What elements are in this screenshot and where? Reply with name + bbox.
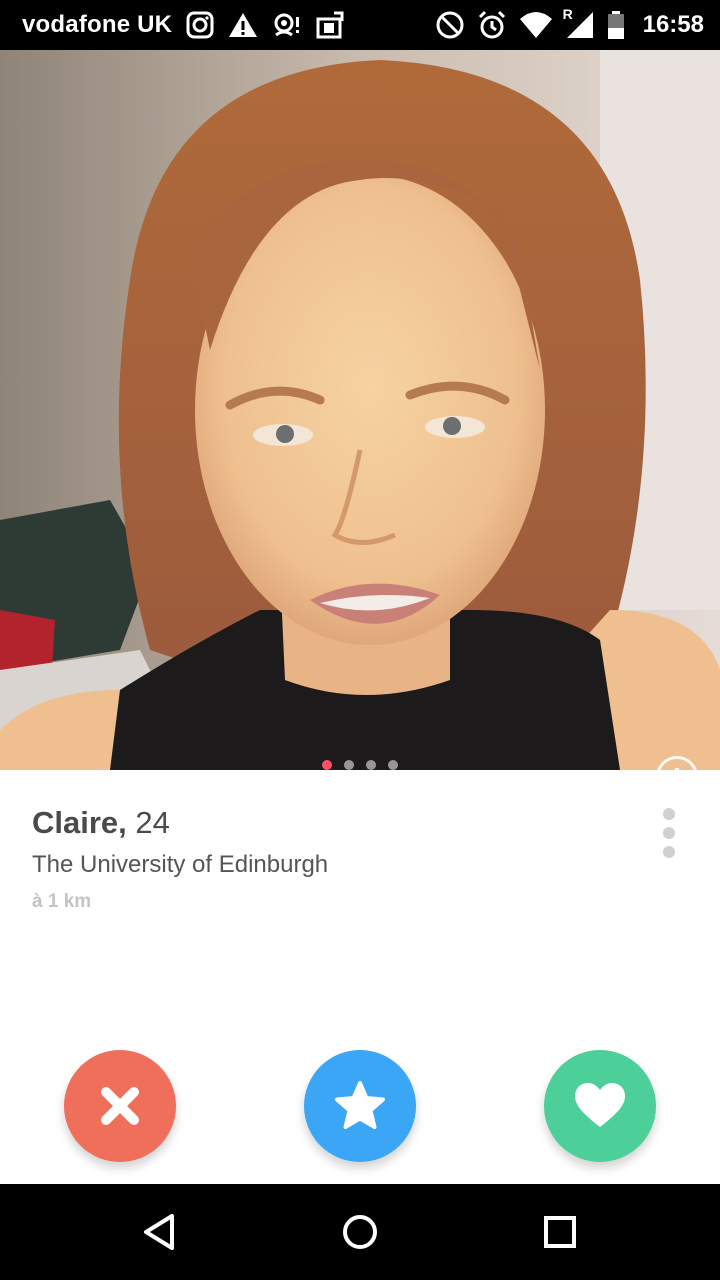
system-nav-bar [0,1184,720,1280]
instagram-icon [186,11,214,39]
exclamation-icon [675,768,679,770]
roaming-badge: R [562,6,573,22]
profile-photo-image [0,50,720,770]
profile-name: Claire, [32,805,127,840]
battery-icon [607,10,625,40]
back-icon [144,1214,174,1250]
photo-pager [0,760,720,770]
profile-photo[interactable] [0,50,720,770]
status-bar: vodafone UK R 16:58 [0,0,720,50]
back-button[interactable] [136,1208,184,1256]
home-icon [343,1215,377,1249]
profile-distance: à 1 km [32,891,92,912]
home-button[interactable] [336,1208,384,1256]
more-dot [663,808,675,820]
profile-info[interactable]: Claire, 24 The University of Edinburgh à… [32,805,328,913]
profile-age: 24 [135,805,170,840]
nope-button[interactable] [64,1050,176,1162]
recents-button[interactable] [536,1208,584,1256]
photo-dot-3[interactable] [366,760,376,770]
alarm-icon [477,10,507,40]
recents-icon [544,1216,576,1248]
close-icon [101,1087,139,1125]
super-like-button[interactable] [304,1050,416,1162]
wifi-icon [519,11,553,39]
more-options-button[interactable] [658,808,680,858]
like-button[interactable] [544,1050,656,1162]
more-dot [663,827,675,839]
location-icon [272,11,302,39]
photo-dot-1[interactable] [322,760,332,770]
carrier-name: vodafone UK [22,11,173,38]
profile-name-row: Claire, 24 [32,805,328,841]
signal-icon: R [563,6,595,40]
star-icon [335,1081,385,1129]
clock: 16:58 [642,11,704,38]
action-bar [0,1050,720,1170]
warning-icon [228,11,258,39]
more-dot [663,846,675,858]
heart-icon [575,1083,625,1127]
photo-dot-4[interactable] [388,760,398,770]
photo-dot-2[interactable] [344,760,354,770]
blocked-icon [435,10,465,40]
profile-school: The University of Edinburgh [32,851,329,878]
upload-icon [316,11,346,39]
